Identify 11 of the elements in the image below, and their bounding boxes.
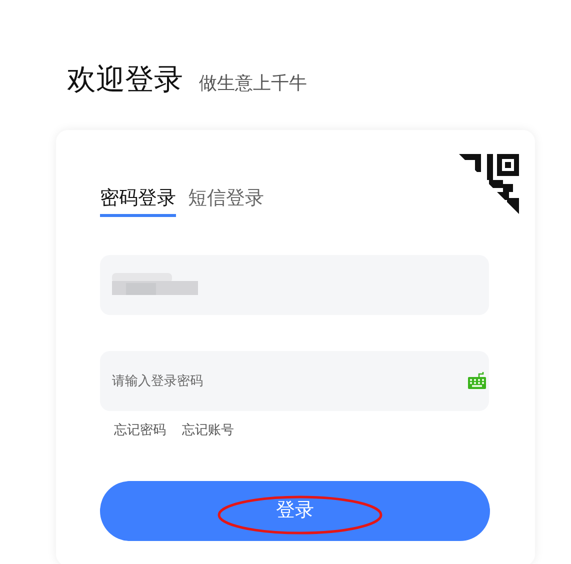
page-title: 欢迎登录 (67, 61, 183, 98)
help-link[interactable]: 忘记密码 (114, 421, 166, 440)
login-tab[interactable]: 短信登录 (188, 184, 264, 217)
keyboard-icon[interactable] (467, 372, 487, 390)
login-tab[interactable]: 密码登录 (100, 184, 176, 217)
qr-code-icon[interactable] (459, 154, 519, 214)
password-field[interactable]: 请输入登录密码 (100, 351, 489, 411)
help-link[interactable]: 忘记账号 (182, 421, 234, 440)
login-button[interactable]: 登录 (100, 480, 490, 540)
username-field[interactable] (100, 255, 489, 315)
page-subtitle: 做生意上千牛 (199, 72, 307, 96)
